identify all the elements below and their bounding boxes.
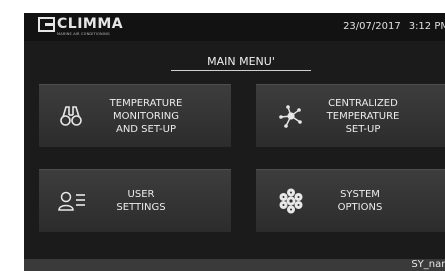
tile-label: CENTRALIZED TEMPERATURE SET-UP <box>298 85 428 147</box>
binoculars-icon <box>60 106 82 126</box>
label-line: TEMPERATURE <box>109 97 183 109</box>
climma-logo: CLIMMA MARINE AIR CONDITIONING <box>38 16 148 38</box>
device-frame: CLIMMA MARINE AIR CONDITIONING 23/07/201… <box>0 0 445 271</box>
time-text: 3:12 PM <box>408 21 445 32</box>
label-line: SYSTEM <box>340 189 380 200</box>
label-line: TEMPERATURE <box>326 110 400 122</box>
label-line: SETTINGS <box>116 202 166 213</box>
centralized-temperature-button[interactable]: CENTRALIZED TEMPERATURE SET-UP <box>256 84 445 147</box>
status-bar: SY_nam <box>24 259 445 271</box>
page-title: MAIN MENU' <box>207 55 275 68</box>
user-list-icon <box>58 191 85 211</box>
system-options-button[interactable]: SYSTEM OPTIONS <box>256 169 445 232</box>
label-line: OPTIONS <box>337 202 383 213</box>
logo-mark-icon <box>38 17 55 32</box>
touch-screen: CLIMMA MARINE AIR CONDITIONING 23/07/201… <box>24 13 445 271</box>
temperature-monitoring-button[interactable]: TEMPERATURE MONITORING AND SET-UP <box>39 84 231 147</box>
top-bar: CLIMMA MARINE AIR CONDITIONING 23/07/201… <box>24 13 445 41</box>
logo-brand: CLIMMA <box>57 16 124 32</box>
tile-label: SYSTEM OPTIONS <box>308 170 412 232</box>
title-underline <box>171 70 311 71</box>
tile-label: USER SETTINGS <box>91 170 191 232</box>
label-line: USER <box>127 189 155 200</box>
tile-label: TEMPERATURE MONITORING AND SET-UP <box>85 85 207 147</box>
label-line: MONITORING <box>112 110 180 122</box>
user-settings-button[interactable]: USER SETTINGS <box>39 169 231 232</box>
label-line: AND SET-UP <box>115 123 176 135</box>
flower-gear-icon <box>279 188 303 214</box>
label-line: CENTRALIZED <box>328 97 398 109</box>
logo-tagline: MARINE AIR CONDITIONING <box>57 32 110 36</box>
status-text: SY_nam <box>411 259 445 270</box>
date-time: 23/07/2017 3:12 PM <box>343 21 445 32</box>
label-line: SET-UP <box>345 123 381 135</box>
date-text: 23/07/2017 <box>343 21 401 32</box>
